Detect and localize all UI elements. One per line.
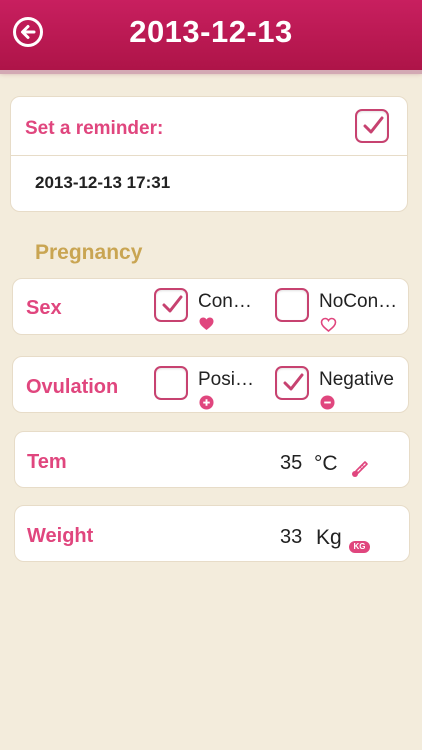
weight-card[interactable]: Weight 33 Kg KG (14, 505, 410, 562)
sex-option-protected-label[interactable]: Con… (198, 291, 252, 313)
reminder-label: Set a reminder: (25, 118, 164, 139)
thermometer-icon (352, 461, 368, 477)
reminder-card: Set a reminder: 2013-12-13 17:31 (10, 96, 408, 212)
checkmark-icon (363, 116, 384, 134)
header-bar: 2013-12-13 (0, 0, 422, 70)
reminder-checkbox[interactable] (355, 109, 389, 143)
sex-option-unprotected-checkbox[interactable] (275, 288, 309, 322)
kg-badge-icon: KG (349, 541, 370, 553)
heart-outline-icon (320, 317, 337, 333)
minus-circle-icon (320, 395, 335, 410)
ovulation-card: Ovulation Posi… Negative (12, 356, 409, 413)
temperature-value[interactable]: 35 (280, 452, 302, 475)
plus-circle-icon (199, 395, 214, 410)
ovulation-option-positive-checkbox[interactable] (154, 366, 188, 400)
sex-option-unprotected-label[interactable]: NoCon… (319, 291, 397, 313)
heart-filled-icon (199, 317, 214, 330)
weight-unit: Kg (316, 526, 342, 549)
temperature-unit: °C (314, 452, 338, 475)
sex-label: Sex (26, 297, 62, 319)
header-edge (0, 70, 422, 74)
sex-option-protected-checkbox[interactable] (154, 288, 188, 322)
sex-card: Sex Con… NoCon… (12, 278, 409, 335)
temperature-label: Tem (27, 451, 67, 473)
weight-value[interactable]: 33 (280, 526, 302, 549)
checkmark-icon (283, 373, 304, 391)
ovulation-label: Ovulation (26, 376, 119, 398)
ovulation-option-negative-label[interactable]: Negative (319, 369, 394, 391)
reminder-divider (11, 155, 407, 156)
ovulation-option-negative-checkbox[interactable] (275, 366, 309, 400)
reminder-datetime[interactable]: 2013-12-13 17:31 (35, 173, 170, 193)
weight-label: Weight (27, 525, 94, 547)
page-title: 2013-12-13 (129, 14, 293, 49)
section-title: Pregnancy (35, 241, 143, 264)
temperature-card[interactable]: Tem 35 °C (14, 431, 410, 488)
checkmark-icon (162, 295, 183, 313)
ovulation-option-positive-label[interactable]: Posi… (198, 369, 254, 391)
